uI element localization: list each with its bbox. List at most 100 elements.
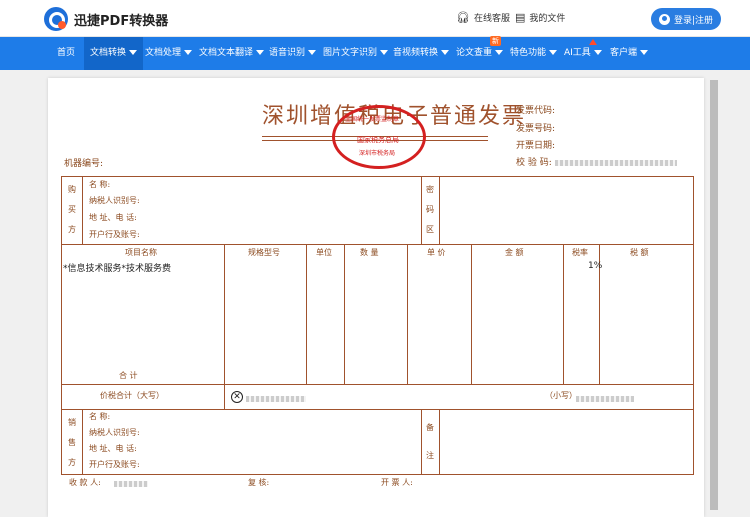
logo-icon [44, 7, 68, 31]
chevron-down-icon [256, 50, 265, 55]
headset-icon: 🎧︎ [456, 11, 470, 24]
buyer-name-label: 名 称: [89, 180, 111, 189]
col-item-name: 项目名称 [125, 248, 157, 257]
remark-2: 注 [426, 451, 434, 460]
table-line [421, 176, 422, 244]
user-icon [658, 13, 670, 25]
buyer-side-2: 买 [68, 205, 76, 214]
nav-av-convert-label: 音视频转换 [393, 48, 439, 58]
app-name: 迅捷PDF转换器 [74, 13, 169, 29]
nav-av-convert[interactable]: 音视频转换 [393, 37, 450, 70]
buyer-side-1: 购 [68, 185, 76, 194]
table-line [306, 244, 307, 384]
table-line [61, 384, 694, 385]
table-line [439, 409, 440, 474]
seller-side-1: 销 [68, 418, 76, 427]
table-line [61, 176, 694, 177]
check-code-redacted [554, 159, 677, 166]
table-line [344, 244, 345, 384]
invoice-date-label: 开票日期: [516, 141, 556, 151]
check-code-label: 校 验 码: [516, 155, 677, 168]
online-service-label: 在线客服 [473, 14, 510, 24]
login-label: 登录|注册 [673, 15, 714, 26]
nav-doc-process[interactable]: 文档处理 [145, 37, 193, 70]
my-files-link[interactable]: ▤ 我的文件 [515, 11, 565, 24]
password-area-1: 密 [426, 185, 434, 194]
file-icon: ▤ [515, 11, 526, 24]
col-price: 单 价 [427, 248, 446, 257]
invoice-number-label: 发票号码: [516, 124, 556, 134]
seller-side-3: 方 [68, 458, 76, 467]
seal-top-text: 全国统一发票监制章 [345, 116, 400, 123]
seller-address-label: 地 址、电 话: [89, 444, 137, 453]
reviewer-label: 复 核: [248, 478, 270, 487]
nav-translate-label: 文档文本翻译 [199, 48, 254, 58]
chevron-down-icon [129, 50, 138, 55]
chevron-down-icon [184, 50, 193, 55]
buyer-bank-label: 开户行及账号: [89, 230, 140, 239]
nav-speech-label: 语音识别 [269, 48, 306, 58]
col-rate: 税率 [572, 248, 588, 257]
hot-arrow-icon [589, 39, 597, 45]
my-files-label: 我的文件 [529, 14, 566, 24]
viewer-scrollbar[interactable] [710, 80, 718, 510]
total-label: 合 计 [119, 371, 138, 380]
seller-bank-label: 开户行及账号: [89, 460, 140, 469]
nav-features[interactable]: 特色功能 [510, 37, 558, 70]
nav-home[interactable]: 首页 [57, 37, 75, 70]
check-code-text: 校 验 码: [516, 158, 552, 168]
total-lowercase-label: （小写） [545, 391, 577, 400]
chevron-down-icon [380, 50, 389, 55]
remark-1: 备 [426, 423, 434, 432]
table-line [407, 244, 408, 384]
drawer-label: 开 票 人: [381, 478, 413, 487]
nav-features-label: 特色功能 [510, 48, 547, 58]
app-logo[interactable]: 迅捷PDF转换器 [44, 7, 168, 31]
payee-label: 收 款 人: [69, 478, 101, 487]
table-line [61, 474, 694, 475]
nav-ocr[interactable]: 图片文字识别 [323, 37, 389, 70]
seal-middle-text: 国家税务总局 [357, 136, 399, 144]
nav-client-label: 客户端 [610, 48, 638, 58]
nav-client[interactable]: 客户端 [610, 37, 649, 70]
buyer-side-3: 方 [68, 225, 76, 234]
chevron-down-icon [549, 50, 558, 55]
payee-redacted [114, 481, 148, 487]
total-uppercase-redacted [246, 396, 306, 402]
table-line [82, 176, 83, 244]
table-line [61, 409, 694, 410]
x-circle-icon: ✕ [231, 391, 243, 403]
table-line [61, 176, 62, 474]
login-button[interactable]: 登录|注册 [651, 8, 721, 30]
item-name-value: *信息技术服务*技术服务费 [63, 264, 172, 274]
nav-paper-check-label: 论文查重 [456, 48, 493, 58]
scrollbar-thumb[interactable] [710, 80, 718, 510]
seller-name-label: 名 称: [89, 412, 111, 421]
col-unit: 单位 [316, 248, 332, 257]
buyer-address-label: 地 址、电 话: [89, 213, 137, 222]
nav-translate[interactable]: 文档文本翻译 [199, 37, 265, 70]
chevron-down-icon [640, 50, 649, 55]
nav-doc-convert[interactable]: 文档转换 [84, 37, 144, 70]
nav-speech[interactable]: 语音识别 [269, 37, 317, 70]
table-line [421, 409, 422, 474]
table-line [471, 244, 472, 384]
new-badge: 新 [490, 36, 501, 46]
seller-side-2: 售 [68, 438, 76, 447]
password-area-2: 码 [426, 205, 434, 214]
chevron-down-icon [593, 50, 602, 55]
table-line [224, 244, 225, 409]
col-tax: 税 额 [630, 248, 649, 257]
total-lowercase-redacted [576, 396, 634, 402]
table-line [82, 409, 83, 474]
nav-ai-tools-label: AI工具 [564, 48, 591, 58]
nav-doc-convert-label: 文档转换 [90, 48, 127, 58]
password-area-3: 区 [426, 225, 434, 234]
col-qty: 数 量 [360, 248, 379, 257]
chevron-down-icon [495, 50, 504, 55]
seller-taxid-label: 纳税人识别号: [89, 428, 140, 437]
chevron-down-icon [308, 50, 317, 55]
main-nav: 首页 文档转换 文档处理 文档文本翻译 语音识别 图片文字识别 音视频转换 论文… [0, 37, 750, 70]
online-service-link[interactable]: 🎧︎ 在线客服 [456, 11, 510, 24]
chevron-down-icon [441, 50, 450, 55]
